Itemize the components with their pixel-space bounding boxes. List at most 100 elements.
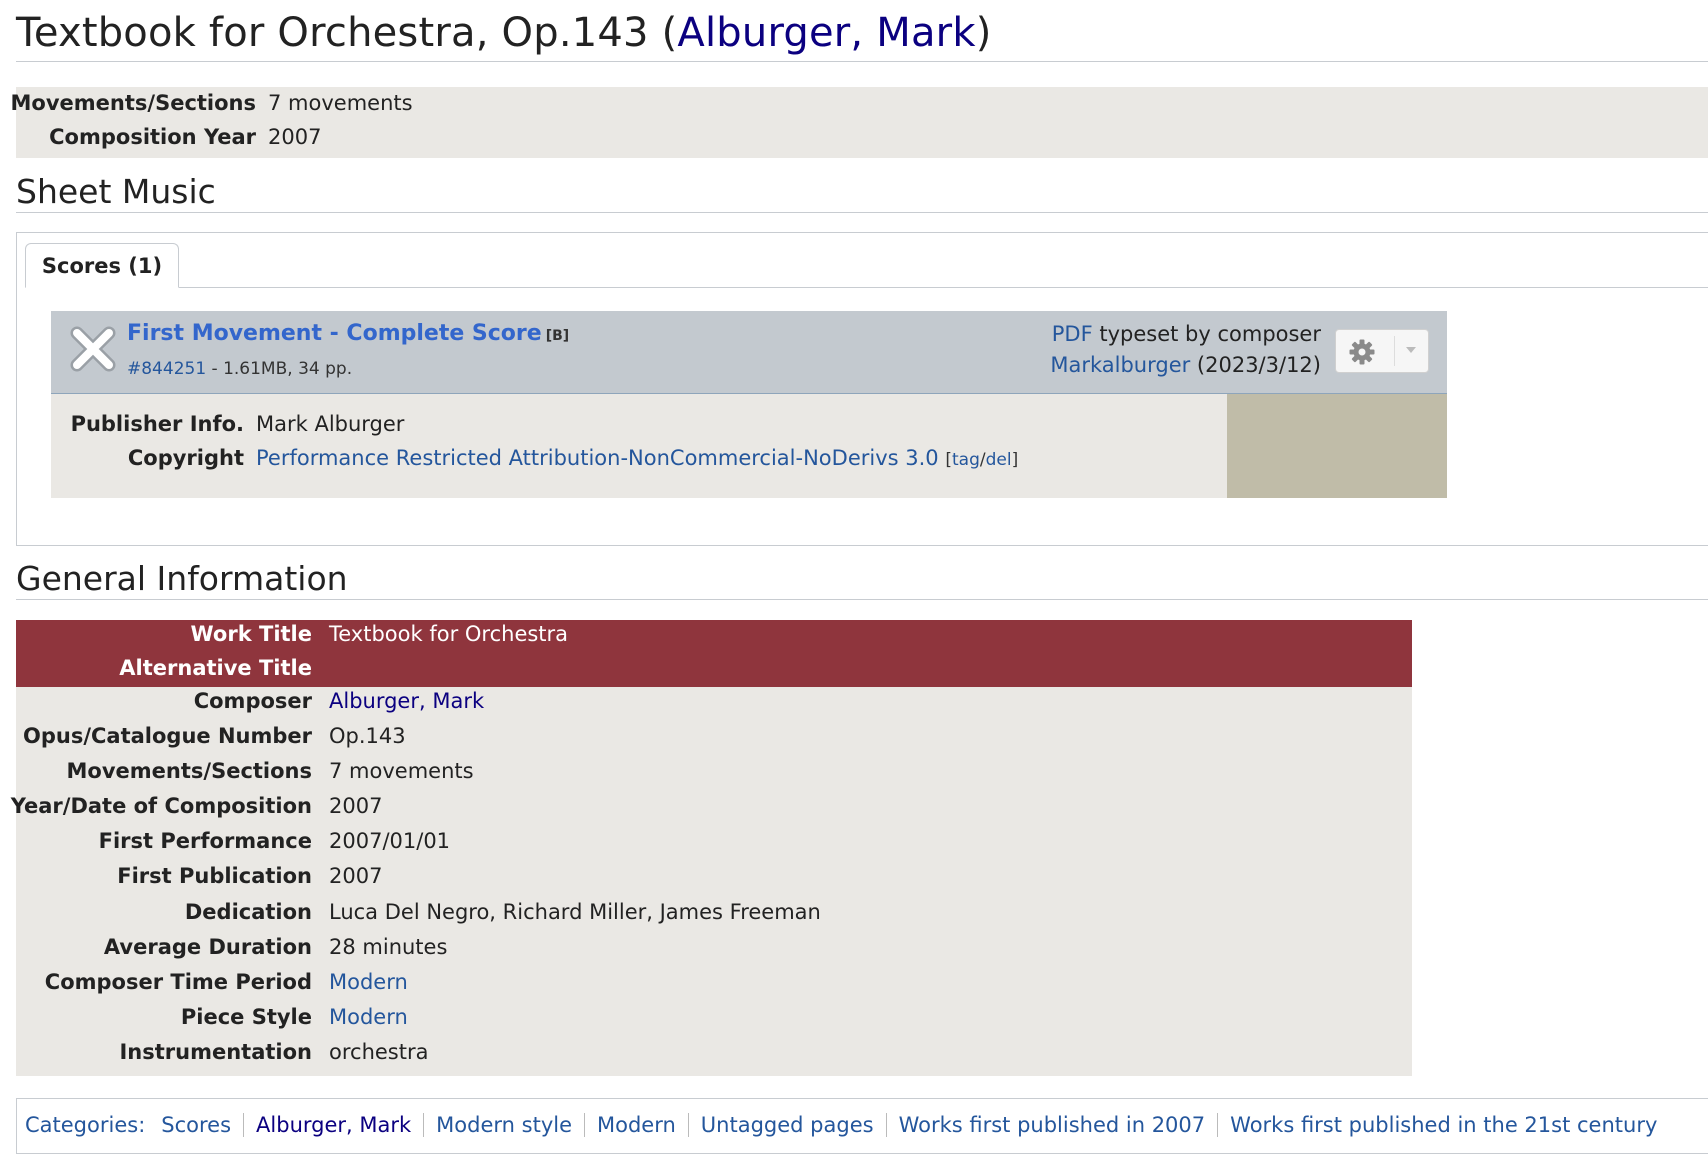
row-opus: Opus/Catalogue Number Op.143 [16, 724, 1412, 758]
file-title-row: First Movement - Complete Score [B] [127, 321, 569, 346]
publisher-row: Publisher Info. Mark Alburger [51, 412, 405, 442]
copyright-license-link[interactable]: Performance Restricted Attribution-NonCo… [256, 446, 939, 470]
button-separator [1394, 336, 1395, 366]
row-label: Piece Style [180, 1005, 312, 1029]
file-size-pages: - 1.61MB, 34 pp. [206, 359, 353, 379]
summary-box: Movements/Sections 7 movements Compositi… [11, 87, 1708, 158]
publisher-value: Mark Alburger [256, 412, 405, 436]
summary-value: 2007 [268, 125, 322, 149]
summary-label: Movements/Sections [10, 91, 256, 115]
piece-style-link[interactable]: Modern [329, 1005, 408, 1029]
page-title: Textbook for Orchestra, Op.143 (Alburger… [16, 10, 992, 56]
row-label: Work Title [190, 622, 312, 646]
row-value: orchestra [329, 1040, 429, 1064]
tag-del-links: [tag/del] [945, 450, 1018, 470]
row-label: First Publication [117, 864, 312, 888]
category-list: Categories: Scores Alburger, Mark Modern st… [25, 1113, 1670, 1137]
row-first-performance: First Performance 2007/01/01 [16, 829, 1412, 863]
category-link[interactable]: Works first published in the 21st centur… [1217, 1113, 1670, 1137]
row-work-title: Work Title Textbook for Orchestra [16, 622, 1412, 656]
copyright-value-wrap: Performance Restricted Attribution-NonCo… [256, 446, 1018, 470]
file-panel: First Movement - Complete Score [B] #8442… [51, 311, 1447, 498]
file-badge: [B] [545, 328, 570, 344]
row-movements: Movements/Sections 7 movements [16, 759, 1412, 793]
general-info-divider [16, 599, 1708, 600]
categories-label-link[interactable]: Categories: [25, 1113, 145, 1137]
category-link[interactable]: Modern style [423, 1113, 584, 1137]
row-time-period: Composer Time Period Modern [16, 970, 1412, 1004]
file-id-link[interactable]: #844251 [127, 359, 206, 379]
tag-link[interactable]: tag [952, 450, 980, 470]
gear-icon [1349, 339, 1375, 365]
row-piece-style: Piece Style Modern [16, 1005, 1412, 1039]
row-year-of-composition: Year/Date of Composition 2007 [11, 794, 1412, 828]
work-title: Textbook for Orchestra, Op.143 [16, 10, 649, 56]
row-label: First Performance [98, 829, 312, 853]
category-link[interactable]: Works first published in 2007 [885, 1113, 1218, 1137]
uploader-link[interactable]: Markalburger [1050, 353, 1190, 377]
sheet-music-divider [16, 212, 1708, 213]
file-details: Publisher Info. Mark Alburger Copyright … [51, 394, 1227, 498]
general-info-table: Work Title Textbook for Orchestra Altern… [11, 620, 1412, 1076]
del-link[interactable]: del [986, 450, 1012, 470]
copyright-row: Copyright Performance Restricted Attribu… [51, 446, 1018, 476]
title-paren-close: ) [975, 10, 992, 56]
summary-label: Composition Year [49, 125, 256, 149]
file-thumbnail[interactable] [1227, 394, 1447, 498]
general-info-heading: General Information [16, 559, 348, 598]
summary-value: 7 movements [268, 91, 413, 115]
row-dedication: Dedication Luca Del Negro, Richard Mille… [16, 900, 1412, 934]
publisher-label: Publisher Info. [70, 412, 244, 436]
row-label: Composer [193, 689, 312, 713]
time-period-link[interactable]: Modern [329, 970, 408, 994]
row-label: Instrumentation [119, 1040, 312, 1064]
copyright-label: Copyright [127, 446, 244, 470]
file-header: First Movement - Complete Score [B] #8442… [51, 311, 1447, 394]
composer-title-link[interactable]: Alburger, Mark [677, 10, 975, 56]
row-value: Luca Del Negro, Richard Miller, James Fr… [329, 900, 821, 924]
row-label: Dedication [184, 900, 312, 924]
row-label: Year/Date of Composition [10, 794, 312, 818]
category-link[interactable]: Scores [155, 1113, 243, 1137]
chevron-down-icon[interactable] [1406, 347, 1416, 353]
row-label: Composer Time Period [44, 970, 312, 994]
row-value: 2007/01/01 [329, 829, 451, 853]
row-label: Alternative Title [119, 656, 312, 680]
category-link[interactable]: Modern [584, 1113, 688, 1137]
row-alternative-title: Alternative Title [16, 656, 1412, 690]
summary-row-year: Composition Year 2007 [16, 125, 321, 155]
file-actions-button[interactable] [1335, 329, 1429, 373]
category-link[interactable]: Alburger, Mark [243, 1113, 424, 1137]
sheet-music-box: Scores (1) First Movement - Complete Sco… [16, 232, 1708, 546]
row-label: Opus/Catalogue Number [23, 724, 312, 748]
tab-bar-line [25, 287, 1708, 288]
composer-link[interactable]: Alburger, Mark [329, 689, 484, 713]
upload-date: (2023/3/12) [1190, 353, 1321, 377]
title-paren-open: ( [648, 10, 678, 56]
category-link[interactable]: Untagged pages [687, 1113, 886, 1137]
row-label: Movements/Sections [66, 759, 312, 783]
row-value: 7 movements [329, 759, 474, 783]
row-label: Average Duration [103, 935, 312, 959]
pdf-format-link[interactable]: PDF [1052, 322, 1093, 346]
row-value: Textbook for Orchestra [329, 622, 569, 646]
file-source: typeset by composer [1092, 322, 1321, 346]
bracket-open: [ [945, 450, 952, 470]
title-divider [16, 61, 1708, 62]
tab-scores[interactable]: Scores (1) [25, 243, 179, 288]
categories-bar: Categories: Scores Alburger, Mark Modern st… [16, 1098, 1708, 1154]
file-format-info: PDF typeset by composer [1052, 322, 1321, 346]
file-uploader-info: Markalburger (2023/3/12) [1050, 353, 1321, 377]
row-value: 2007 [329, 794, 383, 818]
row-instrumentation: Instrumentation orchestra [16, 1040, 1412, 1074]
row-first-publication: First Publication 2007 [16, 864, 1412, 898]
row-average-duration: Average Duration 28 minutes [16, 935, 1412, 969]
file-download-link[interactable]: First Movement - Complete Score [127, 321, 542, 346]
row-value: Op.143 [329, 724, 406, 748]
summary-row-movements: Movements/Sections 7 movements [11, 91, 413, 121]
row-value: 2007 [329, 864, 383, 888]
file-meta: #844251 - 1.61MB, 34 pp. [127, 359, 352, 379]
unavailable-x-icon [70, 326, 116, 372]
bracket-close: ] [1011, 450, 1019, 470]
row-value: 28 minutes [329, 935, 448, 959]
